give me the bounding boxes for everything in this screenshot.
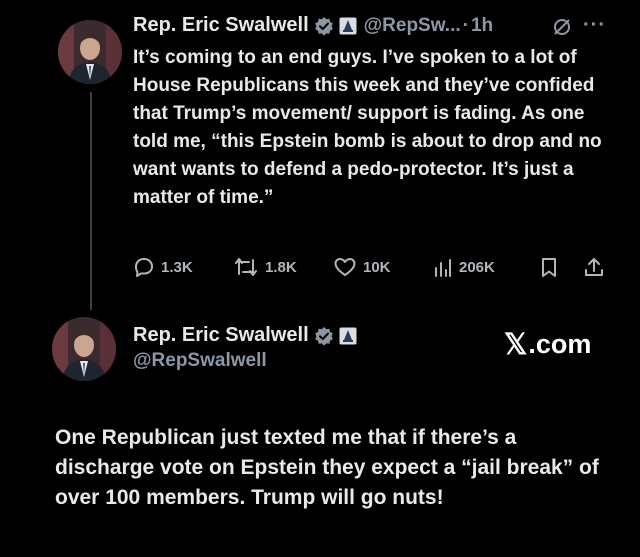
avatar[interactable]	[52, 317, 116, 381]
separator-dot: ·	[462, 14, 469, 36]
more-icon[interactable]: ···	[583, 14, 606, 37]
author-name[interactable]: Rep. Eric Swalwell	[133, 324, 309, 347]
repost-count: 1.8K	[265, 258, 297, 276]
repost-icon	[235, 258, 257, 276]
repost-button[interactable]: 1.8K	[233, 256, 297, 278]
author-name[interactable]: Rep. Eric Swalwell	[133, 14, 309, 37]
author-handle[interactable]: @RepSwalwell	[133, 350, 267, 372]
like-count: 10K	[363, 258, 391, 276]
reply-count: 1.3K	[161, 258, 193, 276]
government-badge-icon	[339, 17, 357, 35]
verified-badge-icon	[314, 16, 334, 36]
bookmark-icon	[542, 258, 556, 277]
grok-icon[interactable]	[552, 17, 572, 42]
x-com-watermark: 𝕏 .com	[504, 327, 591, 362]
thread-connector-line	[90, 92, 92, 310]
share-icon	[585, 258, 603, 276]
post-text: It’s coming to an end guys. I’ve spoken …	[133, 47, 602, 208]
avatar[interactable]	[58, 20, 122, 84]
watermark-text: .com	[528, 329, 592, 359]
views-button[interactable]: 206K	[433, 256, 495, 278]
post-text: One Republican just texted me that if th…	[55, 426, 599, 509]
reply-icon	[135, 258, 153, 277]
author-handle[interactable]: @RepSw...	[364, 15, 461, 37]
like-icon	[334, 258, 356, 276]
action-bar: 1.3K 1.8K 10K 206K	[133, 256, 613, 280]
reply-button[interactable]: 1.3K	[133, 256, 193, 278]
views-count: 206K	[459, 258, 495, 276]
x-logo-icon: 𝕏	[504, 329, 528, 361]
verified-badge-icon	[314, 326, 334, 346]
share-button[interactable]	[583, 256, 611, 278]
bookmark-button[interactable]	[539, 256, 565, 278]
post-time[interactable]: 1h	[471, 15, 493, 37]
views-icon	[435, 259, 451, 277]
post-header: Rep. Eric Swalwell	[133, 324, 357, 347]
government-badge-icon	[339, 327, 357, 345]
post-header: Rep. Eric Swalwell @RepSw... · 1h	[133, 14, 493, 37]
like-button[interactable]: 10K	[333, 256, 391, 278]
